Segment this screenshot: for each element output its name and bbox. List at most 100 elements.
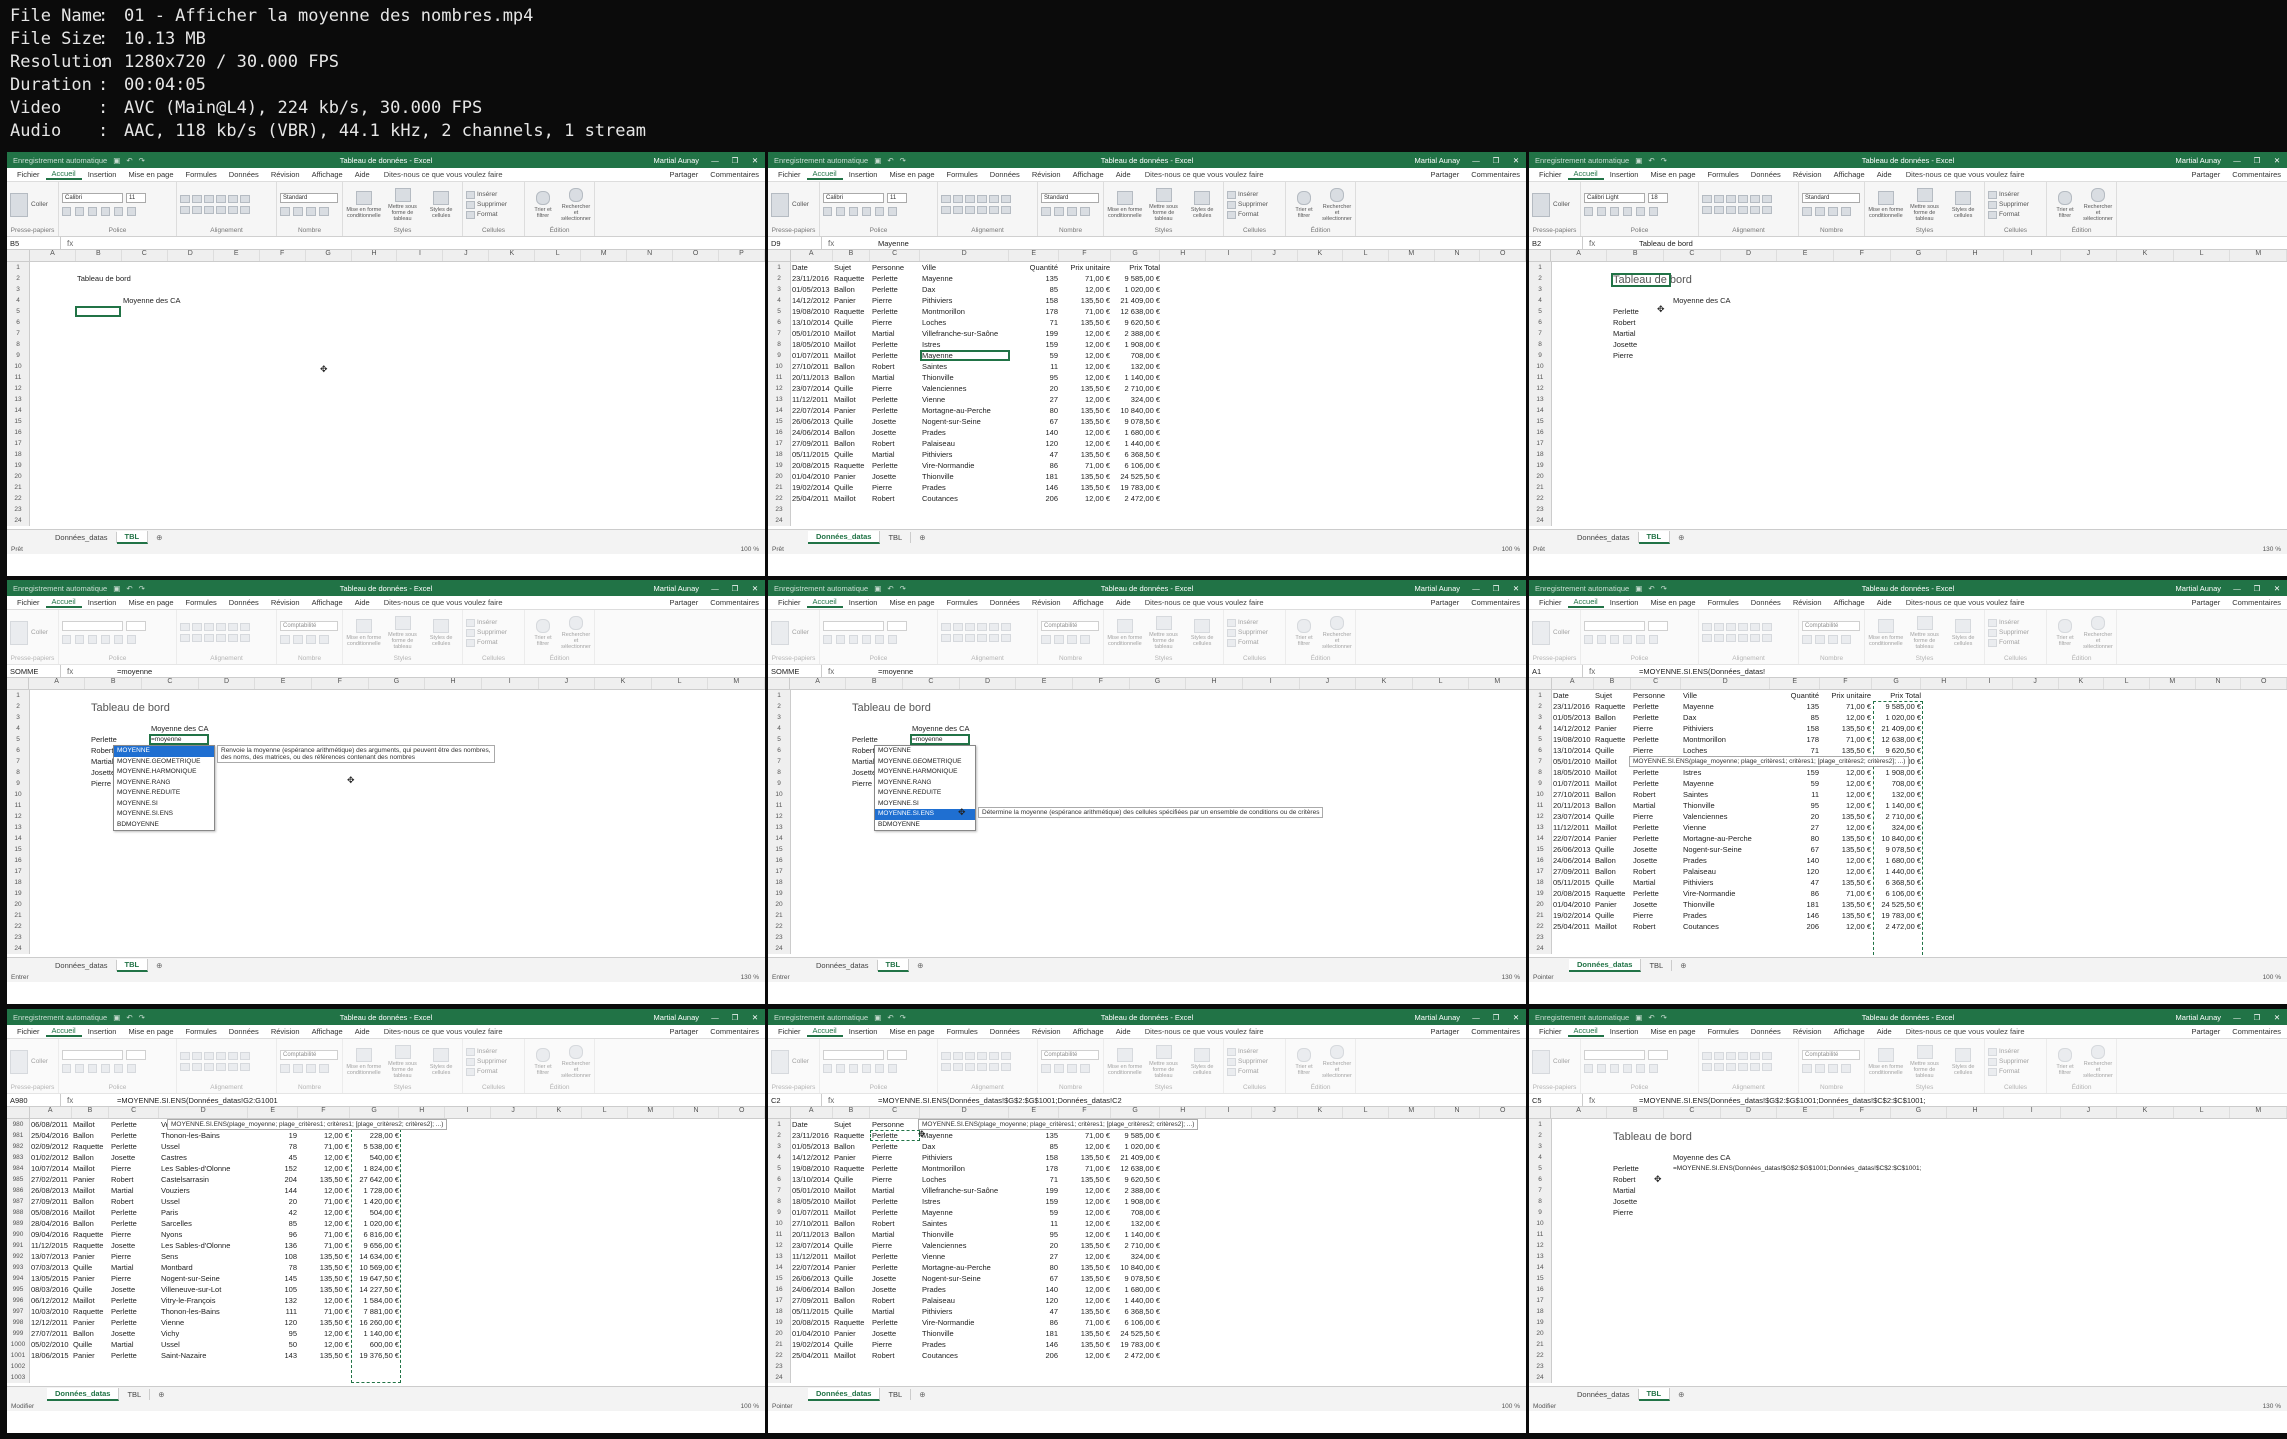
menu-0[interactable]: Fichier <box>1533 170 1568 179</box>
cell[interactable]: Panier <box>73 1251 107 1262</box>
align-icon[interactable] <box>977 623 987 631</box>
align-icon[interactable] <box>228 1052 238 1060</box>
cell[interactable]: 1 440,00 € <box>1875 866 1921 877</box>
cell[interactable]: Martial <box>111 1339 157 1350</box>
cell[interactable]: Josette <box>1633 899 1679 910</box>
row-header[interactable]: 6 <box>7 745 30 756</box>
align-icon[interactable] <box>180 206 190 214</box>
paste-icon[interactable] <box>10 1049 28 1074</box>
font-size-combo[interactable]: 11 <box>126 193 146 203</box>
row-header[interactable]: 7 <box>7 328 30 339</box>
paste-label[interactable]: Coller <box>1553 201 1570 208</box>
column-header[interactable]: D <box>199 678 256 689</box>
cell[interactable]: Martial <box>872 328 918 339</box>
cell[interactable]: 09/04/2016 <box>31 1229 69 1240</box>
row-header[interactable]: 13 <box>7 822 30 833</box>
undo-icon[interactable]: ↶ <box>887 1013 893 1022</box>
column-header[interactable]: I <box>397 250 444 261</box>
row-header[interactable]: 8 <box>768 1196 791 1207</box>
cell[interactable]: 135,50 € <box>301 1284 349 1295</box>
menu-8[interactable]: Aide <box>1110 598 1137 607</box>
cell[interactable]: Perlette <box>1633 888 1679 899</box>
border-icon[interactable] <box>862 1064 871 1073</box>
row-header[interactable]: 12 <box>768 1240 791 1251</box>
cells-item-2[interactable]: Format <box>1227 1067 1268 1076</box>
bold-icon[interactable] <box>1584 207 1593 216</box>
cell[interactable]: Vienne <box>1683 822 1769 833</box>
minimize-icon[interactable]: — <box>1472 156 1480 165</box>
align-icon[interactable] <box>228 634 238 642</box>
cell[interactable]: Pierre <box>872 482 918 493</box>
cell[interactable]: 19/02/2014 <box>1553 910 1591 921</box>
cells-item-0[interactable]: Insérer <box>466 1047 507 1056</box>
column-header[interactable]: B <box>833 250 871 261</box>
cell[interactable]: 11 <box>1012 1218 1058 1229</box>
cell[interactable]: 20 <box>1012 383 1058 394</box>
align-icon[interactable] <box>977 634 987 642</box>
sheet-tab-1[interactable]: TBL <box>116 958 149 972</box>
menu-5[interactable]: Données <box>984 598 1026 607</box>
underline-icon[interactable] <box>88 635 97 644</box>
row-header[interactable]: 13 <box>768 394 791 405</box>
cell[interactable]: Ballon <box>834 438 868 449</box>
cell[interactable]: 2 710,00 € <box>1114 383 1160 394</box>
row-header[interactable]: 15 <box>1529 844 1552 855</box>
row-header[interactable]: 10 <box>768 789 791 800</box>
add-sheet-icon[interactable]: ⊕ <box>156 961 162 970</box>
row-header[interactable]: 11 <box>7 372 30 383</box>
row-header[interactable]: 6 <box>1529 745 1552 756</box>
number-format-combo[interactable]: Standard <box>1802 193 1860 203</box>
select-all-corner[interactable] <box>7 678 29 689</box>
cell[interactable]: 178 <box>1012 1163 1058 1174</box>
row-header[interactable]: 23 <box>768 932 791 943</box>
align-icon[interactable] <box>228 195 238 203</box>
menu-5[interactable]: Données <box>1745 598 1787 607</box>
cell[interactable]: 120 <box>1012 1295 1058 1306</box>
row-header[interactable]: 24 <box>768 1372 791 1383</box>
row-header[interactable]: 22 <box>1529 1350 1552 1361</box>
row-header[interactable]: 2 <box>768 701 791 712</box>
autocomplete-item[interactable]: MOYENNE.REDUITE <box>114 788 214 799</box>
cell[interactable]: Pithiviers <box>922 295 1008 306</box>
cell[interactable]: Maillot <box>1595 921 1629 932</box>
column-header[interactable]: E <box>1777 1107 1834 1118</box>
menu-3[interactable]: Mise en page <box>883 598 940 607</box>
menu-6[interactable]: Révision <box>1026 170 1067 179</box>
row-header[interactable]: 995 <box>7 1284 30 1295</box>
cell[interactable]: 9 585,00 € <box>1875 701 1921 712</box>
cell[interactable]: 47 <box>1012 1306 1058 1317</box>
zoom-level[interactable]: 130 % <box>2263 1403 2287 1410</box>
menu-7[interactable]: Affichage <box>1828 1027 1871 1036</box>
cell[interactable]: 12,00 € <box>1062 1207 1110 1218</box>
menu-2[interactable]: Insertion <box>82 170 123 179</box>
row-header[interactable]: 16 <box>768 1284 791 1295</box>
cell[interactable]: 86 <box>1012 460 1058 471</box>
row-header[interactable]: 1 <box>1529 1119 1552 1130</box>
row-header[interactable]: 22 <box>768 921 791 932</box>
cell[interactable]: Palaiseau <box>922 438 1008 449</box>
align-icon[interactable] <box>1738 623 1748 631</box>
styles-button-0[interactable]: Mise en forme conditionnelle <box>1868 1047 1904 1076</box>
cell[interactable]: 135,50 € <box>1062 449 1110 460</box>
fx-icon[interactable]: fx <box>1583 1096 1635 1105</box>
close-icon[interactable]: ✕ <box>2273 1013 2281 1022</box>
cell[interactable]: 135,50 € <box>1062 1273 1110 1284</box>
row-header[interactable]: 988 <box>7 1207 30 1218</box>
formula-input[interactable]: Mayenne <box>874 239 909 248</box>
align-icon[interactable] <box>1714 1063 1724 1071</box>
align-icon[interactable] <box>965 623 975 631</box>
row-header[interactable]: 5 <box>7 306 30 317</box>
column-header[interactable]: D <box>960 678 1017 689</box>
menu-8[interactable]: Aide <box>349 170 376 179</box>
paste-icon[interactable] <box>10 620 28 645</box>
row-header[interactable]: 22 <box>768 1350 791 1361</box>
tell-me-search[interactable]: Dites-nous ce que vous voulez faire <box>1137 170 1264 179</box>
cell[interactable]: 1 908,00 € <box>1875 767 1921 778</box>
menu-8[interactable]: Aide <box>349 1027 376 1036</box>
cell[interactable]: Date <box>792 262 830 273</box>
cell[interactable]: Prix unitaire <box>1062 262 1110 273</box>
styles-button-0[interactable]: Mise en forme conditionnelle <box>346 618 382 647</box>
row-header[interactable]: 18 <box>1529 877 1552 888</box>
number-format-combo[interactable]: Comptabilité <box>1041 621 1099 631</box>
cell[interactable]: 158 <box>1012 295 1058 306</box>
